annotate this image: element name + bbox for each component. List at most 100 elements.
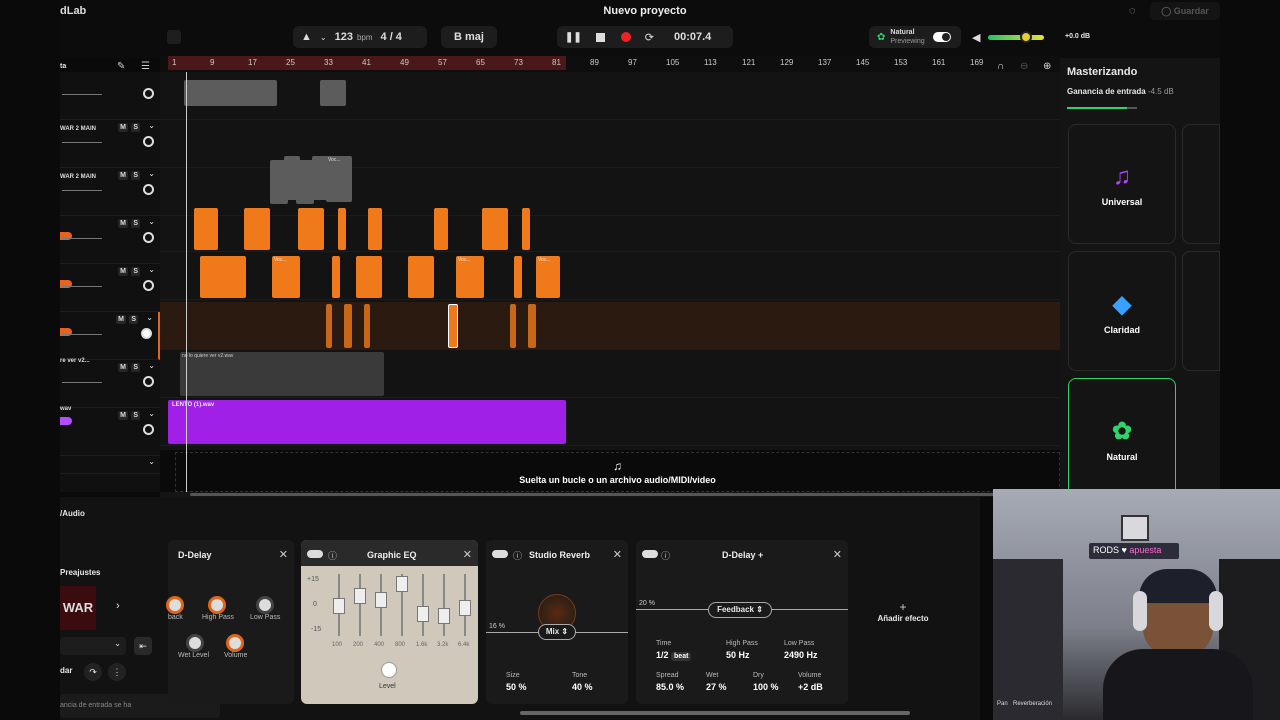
record-icon[interactable] xyxy=(620,32,631,42)
preset-card-natural[interactable]: ✿ Natural xyxy=(1068,378,1176,498)
eq-band-slider[interactable] xyxy=(459,600,471,616)
chevron-down-icon[interactable]: ⌄ xyxy=(148,121,155,130)
track-name[interactable]: re ver v2... xyxy=(60,358,90,364)
audio-clip[interactable]: Voc... xyxy=(536,256,560,298)
mix-selector[interactable]: Mix ⇕ xyxy=(538,624,576,640)
audio-clip[interactable] xyxy=(528,304,536,348)
track-header[interactable]: re ver v2... M S ⌄ xyxy=(60,358,160,408)
drop-zone[interactable]: ♫ Suelta un bucle o un archivo audio/MID… xyxy=(175,452,1060,492)
track-header[interactable]: M S ⌄ xyxy=(60,264,160,312)
audio-clip[interactable] xyxy=(434,208,448,250)
ruler-mark[interactable]: 65 xyxy=(476,58,485,67)
audio-clip-selected[interactable] xyxy=(448,304,458,348)
project-title[interactable]: Nuevo proyecto xyxy=(560,5,730,17)
audio-clip[interactable] xyxy=(184,80,277,106)
track-header[interactable] xyxy=(60,72,160,120)
audio-clip[interactable] xyxy=(408,256,434,298)
preset-artwork[interactable]: WAR xyxy=(60,586,96,630)
more-icon[interactable]: ⋮ xyxy=(108,663,126,681)
lane-selected[interactable] xyxy=(160,302,1060,350)
chevron-down-icon[interactable]: ⌄ xyxy=(148,217,155,226)
eq-band-slider[interactable] xyxy=(375,592,387,608)
save-preset-button[interactable]: dar xyxy=(60,666,72,675)
pan-knob[interactable] xyxy=(143,280,154,291)
ruler-mark[interactable]: 129 xyxy=(780,58,793,67)
key-selector[interactable]: B maj xyxy=(441,26,497,48)
volume-slider[interactable] xyxy=(62,334,102,335)
ruler-mark[interactable]: 113 xyxy=(704,58,717,67)
audio-clip[interactable] xyxy=(244,208,270,250)
magnet-icon[interactable]: ∩ xyxy=(997,61,1004,72)
eq-band-slider[interactable] xyxy=(396,576,408,592)
volume-slider[interactable] xyxy=(62,94,102,95)
metronome-icon[interactable]: ▲ xyxy=(301,31,312,43)
lane[interactable]: Voc... xyxy=(160,156,1060,216)
audio-clip[interactable] xyxy=(194,208,218,250)
info-icon[interactable]: ⓘ xyxy=(661,549,670,562)
volume-slider[interactable] xyxy=(62,190,102,191)
volume-slider[interactable] xyxy=(62,286,102,287)
chevron-down-icon[interactable]: ⌄ xyxy=(148,409,155,418)
ruler-mark[interactable]: 121 xyxy=(742,58,755,67)
audio-clip[interactable] xyxy=(344,304,352,348)
ruler-mark[interactable]: 17 xyxy=(248,58,257,67)
master-volume-thumb[interactable] xyxy=(1020,31,1032,43)
solo-button[interactable]: S xyxy=(131,219,140,228)
ruler-mark[interactable]: 169 xyxy=(970,58,983,67)
audio-clip[interactable] xyxy=(522,208,530,250)
info-icon[interactable]: ⓘ xyxy=(328,549,337,562)
stop-icon[interactable] xyxy=(595,32,605,42)
chevron-down-icon[interactable]: ⌄ xyxy=(148,361,155,370)
audio-clip[interactable]: Voc... xyxy=(272,256,300,298)
solo-button[interactable]: S xyxy=(131,363,140,372)
zoom-in-icon[interactable]: ⊕ xyxy=(1043,61,1051,72)
solo-button[interactable]: S xyxy=(131,411,140,420)
track-header[interactable]: M S ⌄ xyxy=(60,216,160,264)
fx-toggle[interactable] xyxy=(307,550,323,558)
track-header-selected[interactable]: M S ⌄ xyxy=(60,312,160,360)
eq-band-slider[interactable] xyxy=(438,608,450,624)
audio-clip[interactable] xyxy=(200,256,246,298)
pause-icon[interactable]: ❚❚ xyxy=(565,32,582,43)
bpm-value[interactable]: 123 xyxy=(335,31,353,43)
knob[interactable] xyxy=(226,634,244,652)
mute-button[interactable]: M xyxy=(118,267,128,276)
audio-clip[interactable] xyxy=(368,208,382,250)
track-header[interactable]: WAR 2 MAIN M S ⌄ xyxy=(60,120,160,168)
param-value[interactable]: 50 % xyxy=(506,682,527,692)
pan-knob[interactable] xyxy=(143,424,154,435)
knob[interactable] xyxy=(186,634,204,652)
lane[interactable] xyxy=(160,72,1060,120)
fx-toggle[interactable] xyxy=(492,550,508,558)
knob[interactable] xyxy=(208,596,226,614)
mastering-mode[interactable]: ✿ Natural Previewing xyxy=(869,26,961,48)
audio-clip[interactable] xyxy=(356,256,382,298)
pan-knob[interactable] xyxy=(143,88,154,99)
chevron-down-icon[interactable]: ⌄ xyxy=(146,313,153,322)
pan-knob[interactable] xyxy=(141,328,152,339)
mute-button[interactable]: M xyxy=(118,363,128,372)
param-value[interactable]: 2490 Hz xyxy=(784,650,818,660)
audio-clip[interactable] xyxy=(338,208,346,250)
ruler-mark[interactable]: 153 xyxy=(894,58,907,67)
eq-band-slider[interactable] xyxy=(417,606,429,622)
sort-icon[interactable]: ☰ xyxy=(141,61,150,72)
param-value[interactable]: 27 % xyxy=(706,682,727,692)
volume-slider[interactable] xyxy=(62,382,102,383)
feedback-selector[interactable]: Feedback ⇕ xyxy=(708,602,772,618)
eq-band-slider[interactable] xyxy=(354,588,366,604)
track-name[interactable]: wav xyxy=(60,406,71,412)
volume-slider[interactable] xyxy=(62,238,102,239)
solo-button[interactable]: S xyxy=(131,267,140,276)
time-unit[interactable]: beat xyxy=(671,652,692,661)
pan-knob[interactable] xyxy=(143,184,154,195)
info-icon[interactable]: ⓘ xyxy=(513,549,522,562)
ruler-mark[interactable]: 57 xyxy=(438,58,447,67)
audio-clip[interactable] xyxy=(296,160,314,204)
zoom-out-icon[interactable]: ⊖ xyxy=(1020,61,1028,72)
ruler-mark[interactable]: 49 xyxy=(400,58,409,67)
preset-card-partial[interactable] xyxy=(1182,124,1220,244)
audio-clip[interactable] xyxy=(332,256,340,298)
mute-button[interactable]: M xyxy=(118,219,128,228)
bypass-icon[interactable]: ⇤ xyxy=(134,637,152,655)
